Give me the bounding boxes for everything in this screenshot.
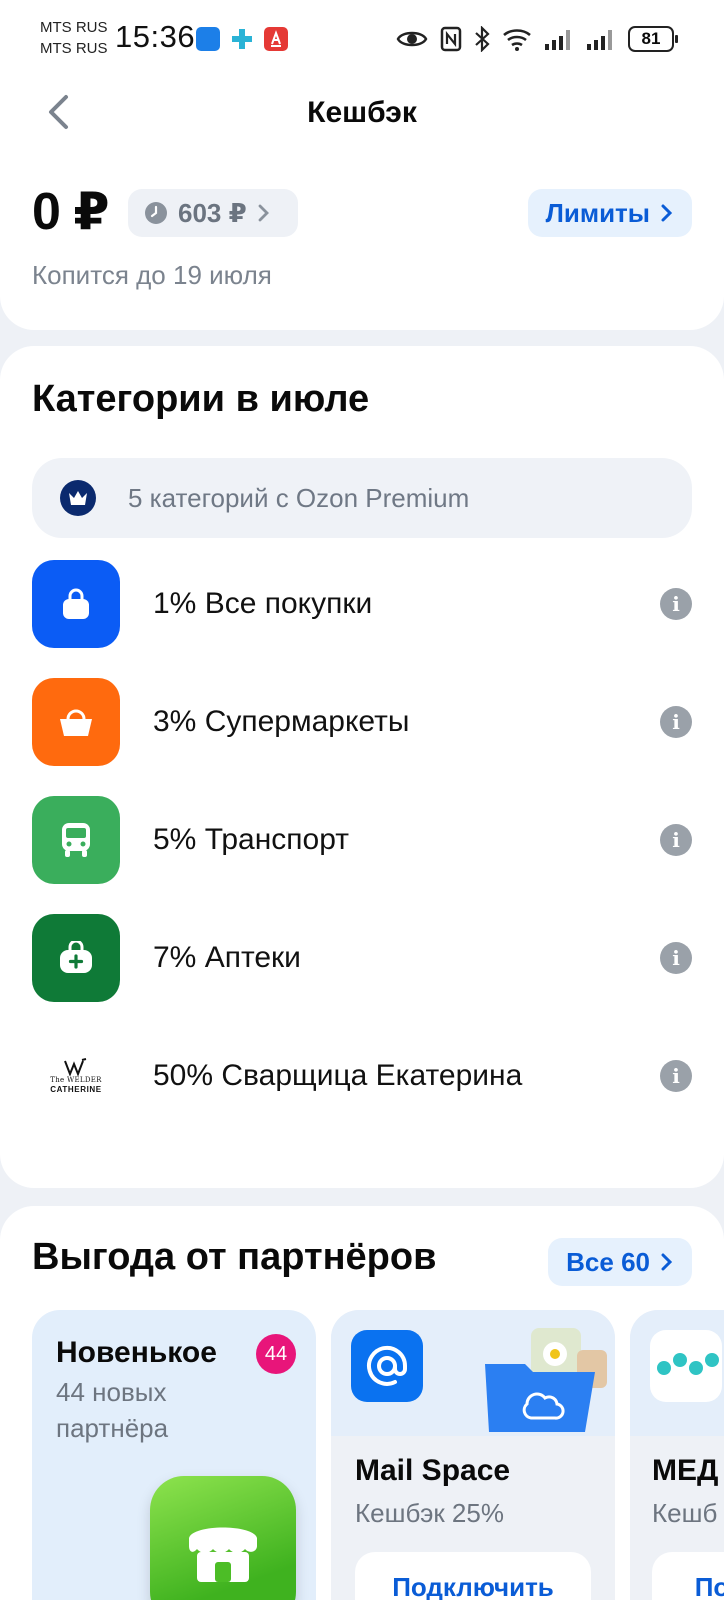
signal-icon (545, 30, 570, 50)
all-partners-label: Все 60 (566, 1246, 650, 1277)
partners-section: Выгода от партнёров Все 60 Новенькое 44 … (0, 1206, 724, 1600)
page-title: Кешбэк (307, 96, 417, 129)
at-sign-icon (351, 1330, 423, 1402)
brand-logo-text: The WELDER (50, 1075, 102, 1084)
carrier-1: MTS RUS (40, 19, 108, 36)
category-item[interactable]: The WELDER CATHERINE 50% Сварщица Екатер… (32, 1032, 692, 1120)
info-icon[interactable]: i (660, 588, 692, 620)
categories-title: Категории в июле (32, 378, 370, 420)
wifi-icon (503, 29, 531, 51)
brand-logo-text: CATHERINE (50, 1084, 102, 1094)
bank-app-icon (264, 27, 288, 51)
connect-button[interactable]: По (652, 1552, 724, 1600)
bus-icon (32, 796, 120, 884)
partner-cashback: Кешб (652, 1498, 718, 1528)
partner-banner (630, 1310, 724, 1436)
chevron-right-icon (661, 204, 673, 222)
category-item[interactable]: 7% Аптеки i (32, 914, 692, 1002)
partner-name: МЕД (652, 1454, 719, 1487)
cloud-folder-icon (485, 1328, 607, 1432)
all-partners-button[interactable]: Все 60 (548, 1238, 692, 1286)
category-label: 3% Супермаркеты (153, 705, 410, 738)
partner-name: Новенькое (56, 1336, 217, 1369)
balance-card: 0 ₽ 603 ₽ Лимиты Копится до 19 июля (0, 148, 724, 330)
pending-cashback-chip[interactable]: 603 ₽ (128, 189, 298, 237)
partner-card-new[interactable]: Новенькое 44 44 новых партнёра (32, 1310, 316, 1600)
connect-label: Подключить (392, 1571, 554, 1600)
top-app-bar: Кешбэк (0, 78, 724, 148)
nfc-icon (440, 26, 462, 52)
ozon-premium-banner[interactable]: 5 категорий с Ozon Premium (32, 458, 692, 538)
premium-text: 5 категорий с Ozon Premium (128, 482, 470, 513)
crown-icon (60, 480, 96, 516)
medkit-icon (32, 914, 120, 1002)
category-item[interactable]: 3% Супермаркеты i (32, 678, 692, 766)
partner-name: Mail Space (355, 1454, 511, 1487)
connect-label: По (694, 1571, 724, 1600)
category-item[interactable]: 5% Транспорт i (32, 796, 692, 884)
app-notification-icon (196, 27, 220, 51)
info-icon[interactable]: i (660, 1060, 692, 1092)
partner-card-med[interactable]: МЕД Кешб По (630, 1310, 724, 1600)
category-label: 7% Аптеки (153, 941, 301, 974)
carrier-2: MTS RUS (40, 40, 108, 57)
partners-title: Выгода от партнёров (32, 1236, 437, 1278)
limits-label: Лимиты (545, 197, 650, 228)
bluetooth-icon (475, 26, 490, 52)
connect-button[interactable]: Подключить (355, 1552, 591, 1600)
new-count-badge: 44 (256, 1334, 296, 1374)
info-icon[interactable]: i (660, 942, 692, 974)
info-icon[interactable]: i (660, 706, 692, 738)
partner-cashback: Кешбэк 25% (355, 1498, 504, 1528)
clock-icon (145, 202, 167, 224)
accrue-until-text: Копится до 19 июля (32, 260, 272, 290)
carrier-labels: MTS RUS MTS RUS (40, 17, 108, 59)
partner-subtitle: 44 новых партнёра (56, 1377, 169, 1443)
cashback-amount: 0 ₽ (32, 183, 110, 241)
category-label: 1% Все покупки (153, 587, 373, 620)
storefront-icon (150, 1476, 296, 1600)
battery-indicator: 81 (628, 26, 678, 52)
clock: 15:36 (115, 19, 196, 54)
partner-banner (331, 1310, 615, 1436)
signal-icon (587, 30, 612, 50)
limits-button[interactable]: Лимиты (527, 189, 692, 237)
basket-icon (32, 678, 120, 766)
status-icons: 81 (396, 24, 678, 54)
brand-logo: The WELDER CATHERINE (32, 1032, 120, 1120)
category-label: 5% Транспорт (153, 823, 349, 856)
status-bar: MTS RUS MTS RUS 15:36 81 (0, 0, 724, 78)
category-label: 50% Сварщица Екатерина (153, 1059, 523, 1092)
pending-amount: 603 ₽ (178, 197, 247, 228)
chevron-right-icon (661, 1253, 673, 1271)
category-item[interactable]: 1% Все покупки i (32, 560, 692, 648)
shopping-bag-icon (32, 560, 120, 648)
chevron-right-icon (258, 204, 269, 222)
health-app-icon (230, 27, 254, 51)
categories-card: Категории в июле 5 категорий с Ozon Prem… (0, 346, 724, 1188)
partner-card-mail-space[interactable]: Mail Space Кешбэк 25% Подключить (331, 1310, 615, 1600)
dots-logo-icon (650, 1330, 722, 1402)
eye-icon (396, 31, 428, 47)
info-icon[interactable]: i (660, 824, 692, 856)
